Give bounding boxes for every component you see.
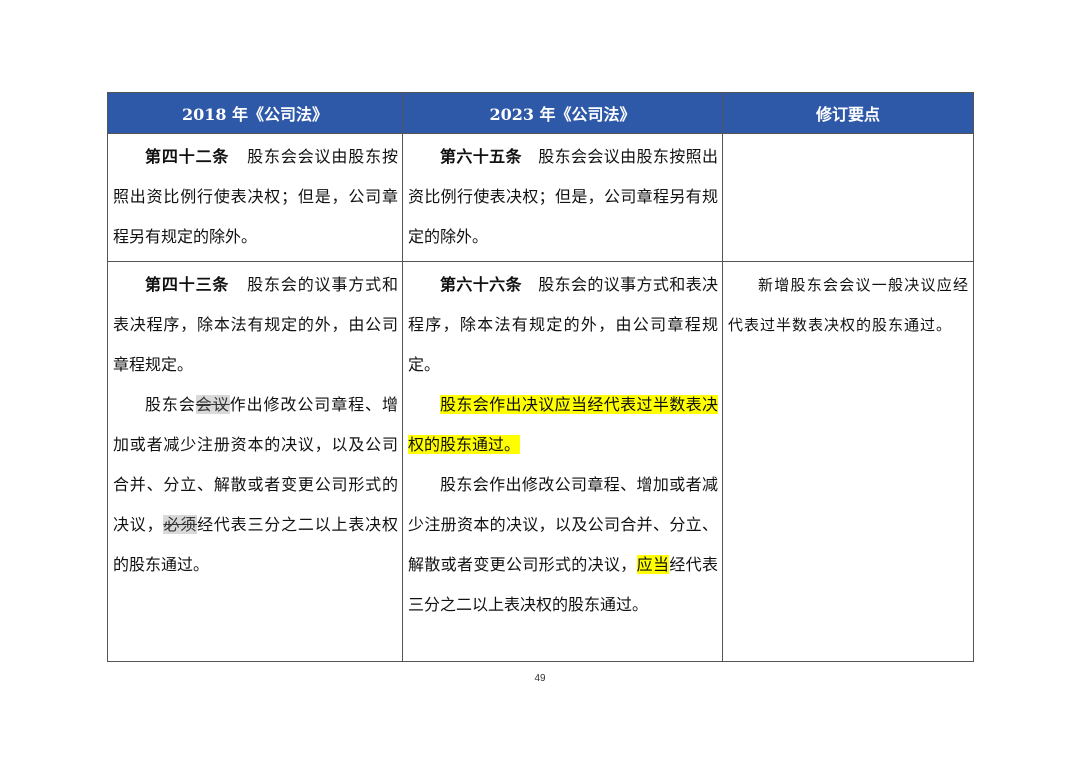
- article-number: 第四十三条: [145, 275, 230, 294]
- cell-2023-article-65: 第六十五条 股东会会议由股东按照出资比例行使表决权；但是，公司章程另有规定的除外…: [402, 133, 723, 262]
- table-row: 第四十二条 股东会会议由股东按照出资比例行使表决权；但是，公司章程另有规定的除外…: [107, 133, 974, 262]
- header-2018: 2018 年《公司法》: [107, 92, 403, 134]
- article-number: 第四十二条: [145, 147, 230, 166]
- text-segment: 股东会: [145, 395, 196, 414]
- deleted-text: 必须: [163, 515, 198, 534]
- comparison-table: 2018 年《公司法》 2023 年《公司法》 修订要点 第四十二条 股东会会议…: [107, 92, 974, 662]
- cell-revision-note-empty: [722, 133, 974, 262]
- paragraph: 股东会作出决议应当经代表过半数表决权的股东通过。: [408, 385, 718, 465]
- article-number: 第六十五条: [440, 147, 522, 166]
- text-segment: 作出修改公司章程、增加或者减少注册资本的决议，以及公司合并、分立、解散或者变更公…: [113, 395, 398, 534]
- revision-note: 新增股东会会议一般决议应经代表过半数表决权的股东通过。: [728, 276, 969, 334]
- paragraph: 股东会会议作出修改公司章程、增加或者减少注册资本的决议，以及公司合并、分立、解散…: [113, 385, 398, 585]
- cell-2018-article-42: 第四十二条 股东会会议由股东按照出资比例行使表决权；但是，公司章程另有规定的除外…: [107, 133, 403, 262]
- deleted-text: 会议: [195, 395, 230, 414]
- table-row: 第四十三条 股东会的议事方式和表决程序，除本法有规定的外，由公司章程规定。 股东…: [107, 261, 974, 662]
- header-revision-points: 修订要点: [722, 92, 974, 134]
- paragraph: 第四十三条 股东会的议事方式和表决程序，除本法有规定的外，由公司章程规定。: [113, 265, 398, 385]
- cell-2023-article-66: 第六十六条 股东会的议事方式和表决程序，除本法有规定的外，由公司章程规定。 股东…: [402, 261, 723, 662]
- table-header-row: 2018 年《公司法》 2023 年《公司法》 修订要点: [107, 92, 974, 134]
- cell-2018-article-43: 第四十三条 股东会的议事方式和表决程序，除本法有规定的外，由公司章程规定。 股东…: [107, 261, 403, 662]
- paragraph: 股东会作出修改公司章程、增加或者减少注册资本的决议，以及公司合并、分立、解散或者…: [408, 465, 718, 625]
- paragraph: 第四十二条 股东会会议由股东按照出资比例行使表决权；但是，公司章程另有规定的除外…: [113, 137, 398, 257]
- page-number: 49: [534, 673, 546, 684]
- paragraph: 第六十五条 股东会会议由股东按照出资比例行使表决权；但是，公司章程另有规定的除外…: [408, 137, 718, 257]
- highlighted-new-text: 应当: [636, 555, 670, 574]
- header-2023: 2023 年《公司法》: [402, 92, 723, 134]
- article-number: 第六十六条: [440, 275, 522, 294]
- highlighted-new-text: 股东会作出决议应当经代表过半数表决权的股东通过。: [408, 395, 718, 454]
- cell-revision-note: 新增股东会会议一般决议应经代表过半数表决权的股东通过。: [722, 261, 974, 662]
- paragraph: 第六十六条 股东会的议事方式和表决程序，除本法有规定的外，由公司章程规定。: [408, 265, 718, 385]
